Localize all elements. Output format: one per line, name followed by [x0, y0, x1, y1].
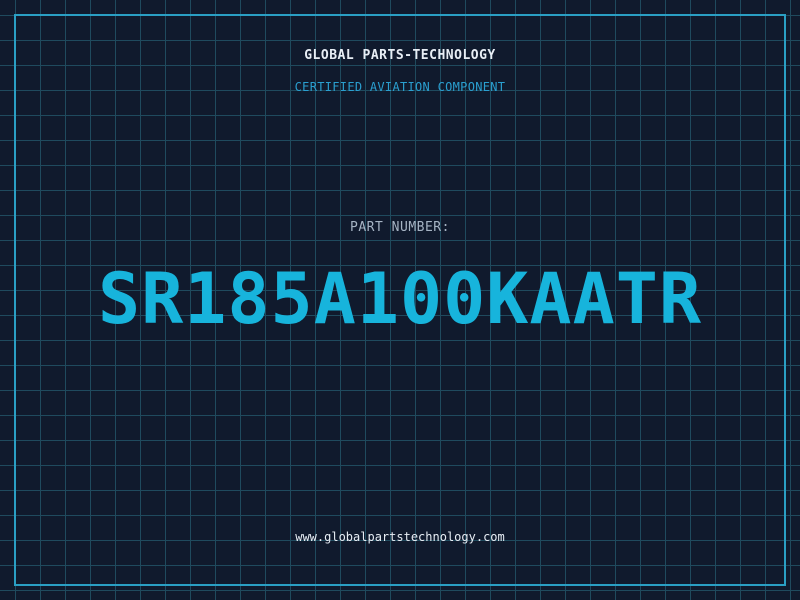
certification-subtitle: CERTIFIED AVIATION COMPONENT: [294, 80, 506, 94]
part-number-label: PART NUMBER:: [350, 220, 450, 235]
company-name: GLOBAL PARTS-TECHNOLOGY: [304, 48, 496, 63]
part-number-value: SR185A100KAATR: [97, 258, 702, 340]
website-link[interactable]: www.globalpartstechnology.com: [0, 530, 800, 544]
